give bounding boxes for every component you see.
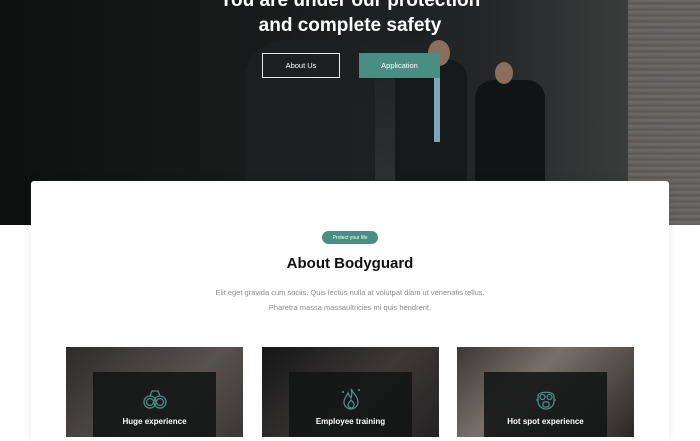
application-button[interactable]: Application [359, 53, 440, 78]
protect-badge: Protect your life [322, 231, 378, 244]
feature-card-experience[interactable]: Huge experience [66, 347, 243, 437]
feature-label: Huge experience [122, 417, 187, 426]
feature-label: Employee training [315, 417, 386, 426]
feature-card-hotspot[interactable]: Hot spot experience [457, 347, 634, 437]
bodyguard-tie [434, 72, 440, 142]
about-description-line1: Elit eget gravida cum sociis. Quis lectu… [215, 288, 485, 297]
bodyguard-head-right [495, 62, 513, 84]
gas-mask-icon [535, 391, 556, 410]
fire-training-icon [341, 388, 360, 410]
bodyguard-figure-center [395, 60, 467, 200]
about-title: About Bodyguard [286, 255, 414, 272]
feature-card-training[interactable]: Employee training [262, 347, 439, 437]
about-description-line2: Pharetra massa massaultricies mi quis he… [268, 303, 432, 312]
about-us-button[interactable]: About Us [262, 53, 340, 78]
hero-title: You are under our protection and complet… [0, 0, 700, 38]
handcuffs-icon [142, 390, 167, 409]
hero-title-line2: and complete safety [258, 15, 442, 36]
feature-label: Hot spot experience [507, 417, 584, 426]
hero-title-line1: You are under our protection [219, 0, 481, 11]
about-description: Elit eget gravida cum sociis. Quis lectu… [150, 285, 550, 315]
